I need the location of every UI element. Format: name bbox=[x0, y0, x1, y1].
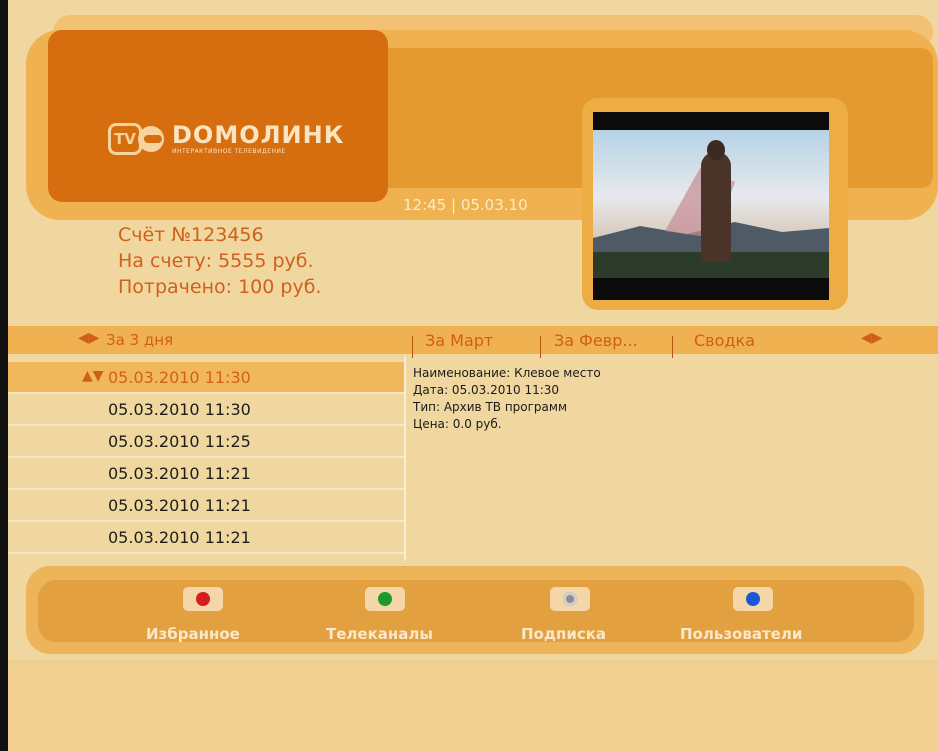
logo-panel bbox=[48, 30, 388, 202]
red-button[interactable] bbox=[183, 587, 223, 611]
list-item[interactable]: 05.03.2010 11:21 bbox=[8, 522, 404, 554]
video-preview bbox=[593, 112, 829, 300]
list-item[interactable]: ▲▼ 05.03.2010 11:30 bbox=[8, 362, 404, 394]
details-panel: Наименование: Клевое место Дата: 05.03.2… bbox=[413, 365, 601, 433]
account-info: Счёт №123456 На счету: 5555 руб. Потраче… bbox=[118, 222, 321, 300]
transactions-list: ▲▼ 05.03.2010 11:30 05.03.2010 11:30 05.… bbox=[8, 362, 404, 554]
screen-edge bbox=[0, 0, 8, 751]
favorites-label[interactable]: Избранное bbox=[146, 625, 240, 643]
tab-divider bbox=[412, 336, 413, 358]
users-label[interactable]: Пользователи bbox=[680, 625, 802, 643]
detail-type: Тип: Архив ТВ программ bbox=[413, 400, 568, 414]
blue-button[interactable] bbox=[733, 587, 773, 611]
account-number: Счёт №123456 bbox=[118, 224, 264, 246]
tab-february[interactable]: За Февр... bbox=[554, 331, 638, 350]
account-spent: Потрачено: 100 руб. bbox=[118, 276, 322, 298]
tab-divider bbox=[540, 336, 541, 358]
tab-divider bbox=[672, 336, 673, 358]
tv-icon: TV bbox=[108, 122, 142, 155]
period-tab-label[interactable]: За 3 дня bbox=[106, 331, 173, 349]
up-down-arrow-icon: ▲▼ bbox=[82, 368, 104, 384]
channels-label[interactable]: Телеканалы bbox=[326, 625, 433, 643]
clock: 12:45 | 05.03.10 bbox=[403, 196, 528, 214]
green-button[interactable] bbox=[365, 587, 405, 611]
globe-icon bbox=[138, 125, 164, 152]
detail-name: Наименование: Клевое место bbox=[413, 366, 601, 380]
subscription-label[interactable]: Подписка bbox=[521, 625, 606, 643]
left-right-arrow-icon[interactable]: ◀▶ bbox=[861, 330, 883, 346]
account-balance: На счету: 5555 руб. bbox=[118, 250, 314, 272]
logo-tagline: ИНТЕРАКТИВНОЕ ТЕЛЕВИДЕНИЕ bbox=[172, 148, 286, 155]
list-item[interactable]: 05.03.2010 11:21 bbox=[8, 458, 404, 490]
detail-price: Цена: 0.0 руб. bbox=[413, 417, 502, 431]
footer-area bbox=[8, 660, 938, 751]
grey-dot-icon bbox=[563, 592, 577, 606]
list-divider bbox=[404, 356, 406, 561]
tv-screen: TV DOMOЛИНК ИНТЕРАКТИВНОЕ ТЕЛЕВИДЕНИЕ 12… bbox=[8, 0, 938, 751]
list-item[interactable]: 05.03.2010 11:30 bbox=[8, 394, 404, 426]
left-right-arrow-icon[interactable]: ◀▶ bbox=[78, 330, 100, 346]
blue-dot-icon bbox=[746, 592, 760, 606]
logo-name: DOMOЛИНК bbox=[172, 121, 345, 149]
green-dot-icon bbox=[378, 592, 392, 606]
red-dot-icon bbox=[196, 592, 210, 606]
tab-summary[interactable]: Сводка bbox=[694, 331, 755, 350]
list-item[interactable]: 05.03.2010 11:25 bbox=[8, 426, 404, 458]
brand-logo: TV DOMOЛИНК ИНТЕРАКТИВНОЕ ТЕЛЕВИДЕНИЕ bbox=[108, 122, 344, 155]
detail-date: Дата: 05.03.2010 11:30 bbox=[413, 383, 560, 397]
tab-march[interactable]: За Март bbox=[425, 331, 493, 350]
list-item[interactable]: 05.03.2010 11:21 bbox=[8, 490, 404, 522]
grey-button[interactable] bbox=[550, 587, 590, 611]
